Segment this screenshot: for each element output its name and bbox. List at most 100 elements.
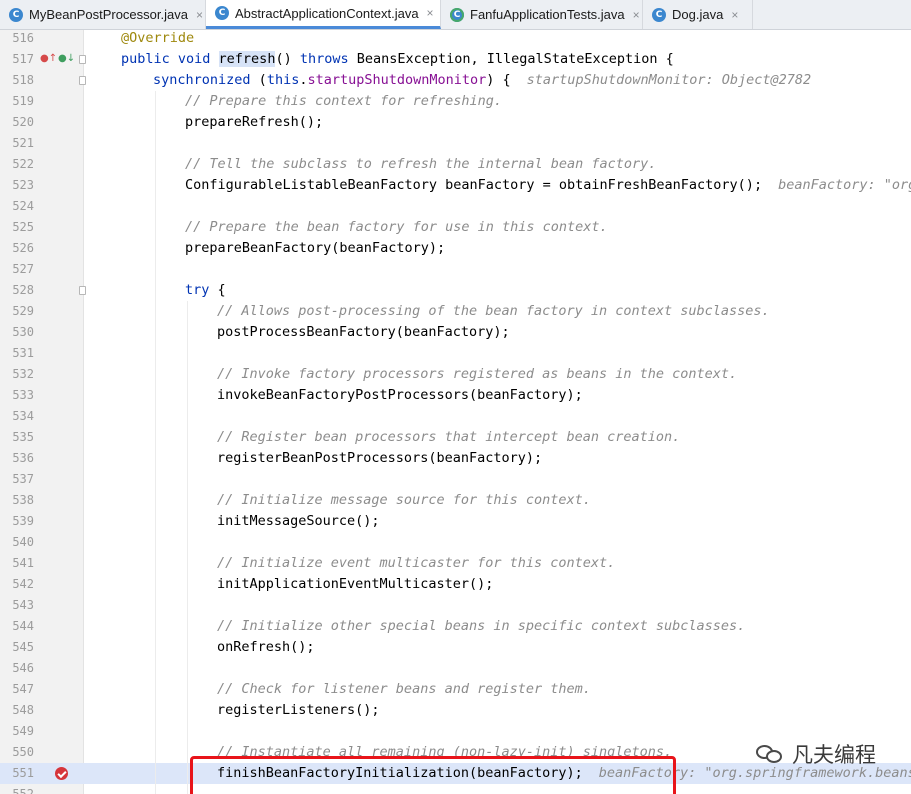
gutter-cell[interactable]: 537	[0, 469, 84, 490]
code-line[interactable]: 522 // Tell the subclass to refresh the i…	[0, 154, 911, 175]
code-line[interactable]: 519 // Prepare this context for refreshin…	[0, 91, 911, 112]
gutter-cell[interactable]: 552	[0, 784, 84, 794]
code-text[interactable]: // Allows post-processing of the bean fa…	[217, 301, 770, 322]
code-text[interactable]: @Override	[121, 30, 194, 49]
gutter-cell[interactable]: 536	[0, 448, 84, 469]
code-line[interactable]: 540	[0, 532, 911, 553]
code-line[interactable]: 548 registerListeners();	[0, 700, 911, 721]
overridden-method-icon[interactable]: ●↓	[58, 53, 75, 65]
code-text[interactable]: // Register bean processors that interce…	[217, 427, 680, 448]
code-text[interactable]: // Invoke factory processors registered …	[217, 364, 737, 385]
code-line[interactable]: 539 initMessageSource();	[0, 511, 911, 532]
gutter-cell[interactable]: 522	[0, 154, 84, 175]
code-line[interactable]: 536 registerBeanPostProcessors(beanFactor…	[0, 448, 911, 469]
code-line[interactable]: 518 synchronized (this.startupShutdownMon…	[0, 70, 911, 91]
code-line[interactable]: 552	[0, 784, 911, 794]
close-icon[interactable]: ×	[731, 8, 738, 22]
gutter-cell[interactable]: 541	[0, 553, 84, 574]
gutter-cell[interactable]: 551	[0, 763, 84, 784]
gutter-cell[interactable]: 530	[0, 322, 84, 343]
code-text[interactable]: // Initialize message source for this co…	[217, 490, 591, 511]
code-text[interactable]: prepareRefresh();	[185, 112, 323, 133]
gutter-cell[interactable]: 534	[0, 406, 84, 427]
gutter-cell[interactable]: 532	[0, 364, 84, 385]
code-line[interactable]: 535 // Register bean processors that inte…	[0, 427, 911, 448]
gutter-cell[interactable]: 539	[0, 511, 84, 532]
code-text[interactable]: // Initialize other special beans in spe…	[217, 616, 745, 637]
code-text[interactable]: // Prepare this context for refreshing.	[185, 91, 502, 112]
gutter-cell[interactable]: 518	[0, 70, 86, 91]
code-text[interactable]: initApplicationEventMulticaster();	[217, 574, 493, 595]
code-line[interactable]: 521	[0, 133, 911, 154]
gutter-cell[interactable]: 543	[0, 595, 84, 616]
gutter-cell[interactable]: 535	[0, 427, 84, 448]
code-line[interactable]: 524	[0, 196, 911, 217]
code-line[interactable]: 531	[0, 343, 911, 364]
gutter-cell[interactable]: 527	[0, 259, 84, 280]
code-text[interactable]: // Tell the subclass to refresh the inte…	[185, 154, 656, 175]
code-text[interactable]: // Initialize event multicaster for this…	[217, 553, 615, 574]
gutter-cell[interactable]: 524	[0, 196, 84, 217]
code-line[interactable]: 528 try {	[0, 280, 911, 301]
tab-abstractapplicationcontext[interactable]: C AbstractApplicationContext.java ×	[206, 0, 441, 29]
code-line[interactable]: 538 // Initialize message source for this…	[0, 490, 911, 511]
code-line[interactable]: 545 onRefresh();	[0, 637, 911, 658]
code-line[interactable]: 533 invokeBeanFactoryPostProcessors(beanF…	[0, 385, 911, 406]
gutter-cell[interactable]: 549	[0, 721, 84, 742]
code-line[interactable]: 529 // Allows post-processing of the bean…	[0, 301, 911, 322]
gutter-cell[interactable]: 533	[0, 385, 84, 406]
gutter-cell[interactable]: 516	[0, 30, 84, 49]
code-text[interactable]: public void refresh() throws BeansExcept…	[121, 49, 674, 70]
code-text[interactable]: // Prepare the bean factory for use in t…	[185, 217, 608, 238]
tab-dog[interactable]: C Dog.java ×	[643, 0, 753, 29]
gutter-cell[interactable]: 520	[0, 112, 84, 133]
code-line[interactable]: 544 // Initialize other special beans in …	[0, 616, 911, 637]
gutter-cell[interactable]: 519	[0, 91, 84, 112]
gutter-cell[interactable]: 523	[0, 175, 84, 196]
code-text[interactable]: prepareBeanFactory(beanFactory);	[185, 238, 445, 259]
gutter-cell[interactable]: 547	[0, 679, 84, 700]
code-line[interactable]: 547 // Check for listener beans and regis…	[0, 679, 911, 700]
gutter-cell[interactable]: 521	[0, 133, 84, 154]
code-line[interactable]: 546	[0, 658, 911, 679]
tab-fanfuapplicationtests[interactable]: C FanfuApplicationTests.java ×	[441, 0, 643, 29]
gutter-cell[interactable]: 525	[0, 217, 84, 238]
gutter-cell[interactable]: 542	[0, 574, 84, 595]
close-icon[interactable]: ×	[196, 8, 203, 22]
gutter-cell[interactable]: 545	[0, 637, 84, 658]
gutter-cell[interactable]: 548	[0, 700, 84, 721]
code-line[interactable]: 542 initApplicationEventMulticaster();	[0, 574, 911, 595]
code-text[interactable]: invokeBeanFactoryPostProcessors(beanFact…	[217, 385, 583, 406]
code-line[interactable]: 543	[0, 595, 911, 616]
breakpoint-icon[interactable]	[55, 767, 68, 780]
gutter-cell[interactable]: 528	[0, 280, 86, 301]
code-line[interactable]: 517 ●↑ ●↓ public void refresh() throws Bean…	[0, 49, 911, 70]
gutter-cell[interactable]: 517 ●↑ ●↓	[0, 49, 86, 70]
code-text[interactable]: registerBeanPostProcessors(beanFactory);	[217, 448, 542, 469]
gutter-cell[interactable]: 550	[0, 742, 84, 763]
code-line[interactable]: 523 ConfigurableListableBeanFactory beanF…	[0, 175, 911, 196]
code-line[interactable]: 526 prepareBeanFactory(beanFactory);	[0, 238, 911, 259]
code-line[interactable]: 541 // Initialize event multicaster for t…	[0, 553, 911, 574]
gutter-cell[interactable]: 538	[0, 490, 84, 511]
overrides-method-icon[interactable]: ●↑	[40, 53, 57, 65]
code-text[interactable]: ConfigurableListableBeanFactory beanFact…	[185, 175, 911, 196]
code-editor[interactable]: 516 @Override 517 ●↑ ●↓ public void refresh()…	[0, 30, 911, 794]
code-text[interactable]: try {	[185, 280, 226, 301]
gutter-cell[interactable]: 540	[0, 532, 84, 553]
code-text[interactable]: synchronized (this.startupShutdownMonito…	[153, 70, 811, 91]
code-line[interactable]: 534	[0, 406, 911, 427]
code-line[interactable]: 532 // Invoke factory processors register…	[0, 364, 911, 385]
code-text[interactable]: // Check for listener beans and register…	[217, 679, 591, 700]
code-text[interactable]: // Instantiate all remaining (non-lazy-i…	[217, 742, 672, 763]
gutter-cell[interactable]: 531	[0, 343, 84, 364]
tab-mybeanpostprocessor[interactable]: C MyBeanPostProcessor.java ×	[0, 0, 206, 29]
code-text[interactable]: initMessageSource();	[217, 511, 380, 532]
gutter-cell[interactable]: 529	[0, 301, 84, 322]
close-icon[interactable]: ×	[633, 8, 640, 22]
code-text[interactable]: onRefresh();	[217, 637, 315, 658]
code-text[interactable]: registerListeners();	[217, 700, 380, 721]
code-line[interactable]: 527	[0, 259, 911, 280]
gutter-cell[interactable]: 546	[0, 658, 84, 679]
code-line[interactable]: 530 postProcessBeanFactory(beanFactory);	[0, 322, 911, 343]
